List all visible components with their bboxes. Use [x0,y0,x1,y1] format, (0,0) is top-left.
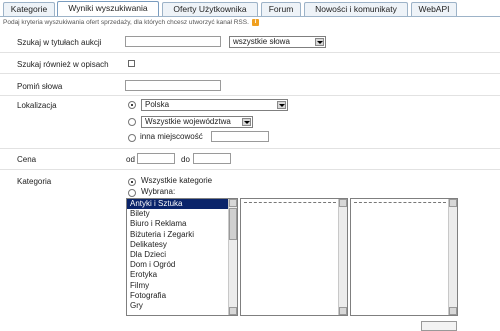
list-item[interactable]: Antyki i Sztuka [127,199,237,210]
list-item[interactable]: Biuro i Reklama [127,219,237,229]
scrollbar[interactable] [448,199,457,315]
category-label: Kategoria [17,177,52,186]
tab-bar: Kategorie Wyniki wyszukiwania Oferty Uży… [0,0,500,17]
location-voivodeship-radio[interactable] [128,118,136,126]
scrollbar[interactable] [228,199,237,315]
chevron-down-icon [315,38,324,46]
other-city-input[interactable] [211,131,269,142]
price-to-label: do [181,155,190,164]
chevron-down-icon [277,101,286,109]
country-select[interactable]: Polska [141,99,288,111]
list-item[interactable]: Delikatesy [127,240,237,250]
location-label: Lokalizacja [17,101,57,110]
scroll-down-icon[interactable] [229,307,237,315]
divider [0,52,500,53]
scroll-up-icon[interactable] [229,199,237,207]
tab-underline [0,16,500,17]
price-label: Cena [17,155,37,164]
empty-placeholder [354,202,446,204]
list-item[interactable]: Gry [127,301,237,311]
search-desc-label: Szukaj również w opisach [17,60,109,69]
search-desc-checkbox[interactable] [128,60,135,67]
scroll-down-icon[interactable] [339,307,347,315]
price-to-input[interactable] [193,153,231,164]
price-from-label: od [126,155,135,164]
list-item[interactable]: Fotografia [127,291,237,301]
tab-oferty-uzytkownika[interactable]: Oferty Użytkownika [162,2,258,16]
search-titles-input[interactable] [125,36,221,47]
tab-wyniki-wyszukiwania[interactable]: Wyniki wyszukiwania [57,1,159,17]
list-item[interactable]: Bilety [127,209,237,219]
chevron-down-icon [242,118,251,126]
list-item[interactable]: Dom i Ogród [127,260,237,270]
subsubcategory-listbox[interactable] [350,198,458,316]
scroll-down-icon[interactable] [449,307,457,315]
tab-nowosci[interactable]: Nowości i komunikaty [304,2,408,16]
scroll-thumb[interactable] [229,208,237,240]
subcategory-listbox[interactable] [240,198,348,316]
list-item[interactable]: Erotyka [127,270,237,280]
category-listbox[interactable]: Antyki i Sztuka Bilety Biuro i Reklama B… [126,198,238,316]
scroll-up-icon[interactable] [449,199,457,207]
selected-category-radio[interactable] [128,189,136,197]
divider [0,73,500,74]
selected-category-label: Wybrana: [141,187,176,196]
submit-button[interactable] [421,321,457,331]
country-value: Polska [145,100,170,109]
price-from-input[interactable] [137,153,175,164]
tab-forum[interactable]: Forum [261,2,301,16]
list-item[interactable]: Filmy [127,281,237,291]
list-item[interactable]: Dla Dzieci [127,250,237,260]
list-item[interactable]: Biżuteria i Zegarki [127,230,237,240]
divider [0,95,500,96]
all-categories-label: Wszystkie kategorie [141,176,213,185]
info-text: Podaj kryteria wyszukiwania ofert sprzed… [3,19,259,26]
divider [0,169,500,170]
skip-words-input[interactable] [125,80,221,91]
scrollbar[interactable] [338,199,347,315]
voivodeship-select[interactable]: Wszystkie województwa [141,116,253,128]
words-mode-value: wszystkie słowa [233,37,290,46]
tab-webapi[interactable]: WebAPI [411,2,457,16]
info-label: Podaj kryteria wyszukiwania ofert sprzed… [3,19,249,27]
all-categories-radio[interactable] [128,178,136,186]
skip-words-label: Pomiń słowa [17,82,63,91]
location-city-radio[interactable] [128,134,136,142]
scroll-up-icon[interactable] [339,199,347,207]
voivodeship-value: Wszystkie województwa [145,117,231,126]
rss-info-icon[interactable]: i [251,19,259,26]
tab-kategorie[interactable]: Kategorie [3,2,55,16]
other-city-label: inna miejscowość [140,132,203,141]
location-country-radio[interactable] [128,101,136,109]
search-titles-label: Szukaj w tytułach aukcji [17,38,102,47]
empty-placeholder [244,202,336,204]
divider [0,148,500,149]
words-mode-select[interactable]: wszystkie słowa [229,36,326,48]
